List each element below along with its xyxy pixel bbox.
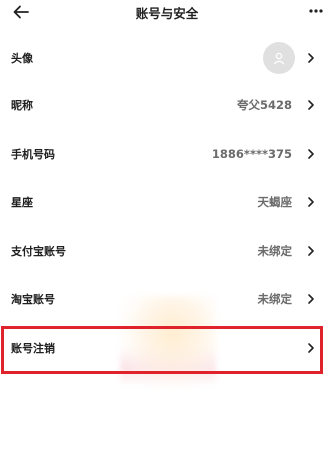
row-label: 账号注销: [11, 342, 55, 355]
row-value: 1886****375: [211, 147, 292, 161]
avatar: [263, 42, 295, 74]
chevron-right-icon: [308, 343, 314, 353]
row-label: 星座: [11, 196, 33, 209]
page-title: 账号与安全: [135, 6, 199, 21]
row-label: 淘宝账号: [11, 293, 55, 306]
row-phone[interactable]: 手机号码 1886****375: [0, 134, 334, 174]
chevron-right-icon: [308, 149, 314, 159]
row-label: 头像: [11, 52, 33, 65]
row-value: 天蝎座: [257, 195, 293, 209]
row-value: 夸父5428: [236, 98, 292, 112]
chevron-right-icon: [308, 53, 314, 63]
row-cancel-account[interactable]: 账号注销: [0, 328, 334, 368]
chevron-right-icon: [308, 246, 314, 256]
chevron-right-icon: [308, 100, 314, 110]
row-label: 支付宝账号: [11, 245, 66, 258]
chevron-right-icon: [308, 294, 314, 304]
row-taobao[interactable]: 淘宝账号 未绑定: [0, 279, 334, 319]
row-value: 未绑定: [257, 244, 293, 258]
account-security-page: 账号与安全 头像 昵称 夸父5428 手机号码 1886****375 星座 天…: [0, 0, 334, 473]
row-constellation[interactable]: 星座 天蝎座: [0, 182, 334, 222]
row-label: 手机号码: [11, 148, 55, 161]
more-icon: [309, 9, 323, 13]
chevron-right-icon: [308, 197, 314, 207]
user-icon: [273, 52, 285, 65]
more-button[interactable]: [304, 0, 328, 22]
row-alipay[interactable]: 支付宝账号 未绑定: [0, 231, 334, 271]
header: 账号与安全: [0, 0, 334, 26]
row-value: 未绑定: [257, 292, 293, 306]
row-label: 昵称: [11, 99, 33, 112]
row-nickname[interactable]: 昵称 夸父5428: [0, 85, 334, 125]
row-avatar[interactable]: 头像: [0, 38, 334, 78]
